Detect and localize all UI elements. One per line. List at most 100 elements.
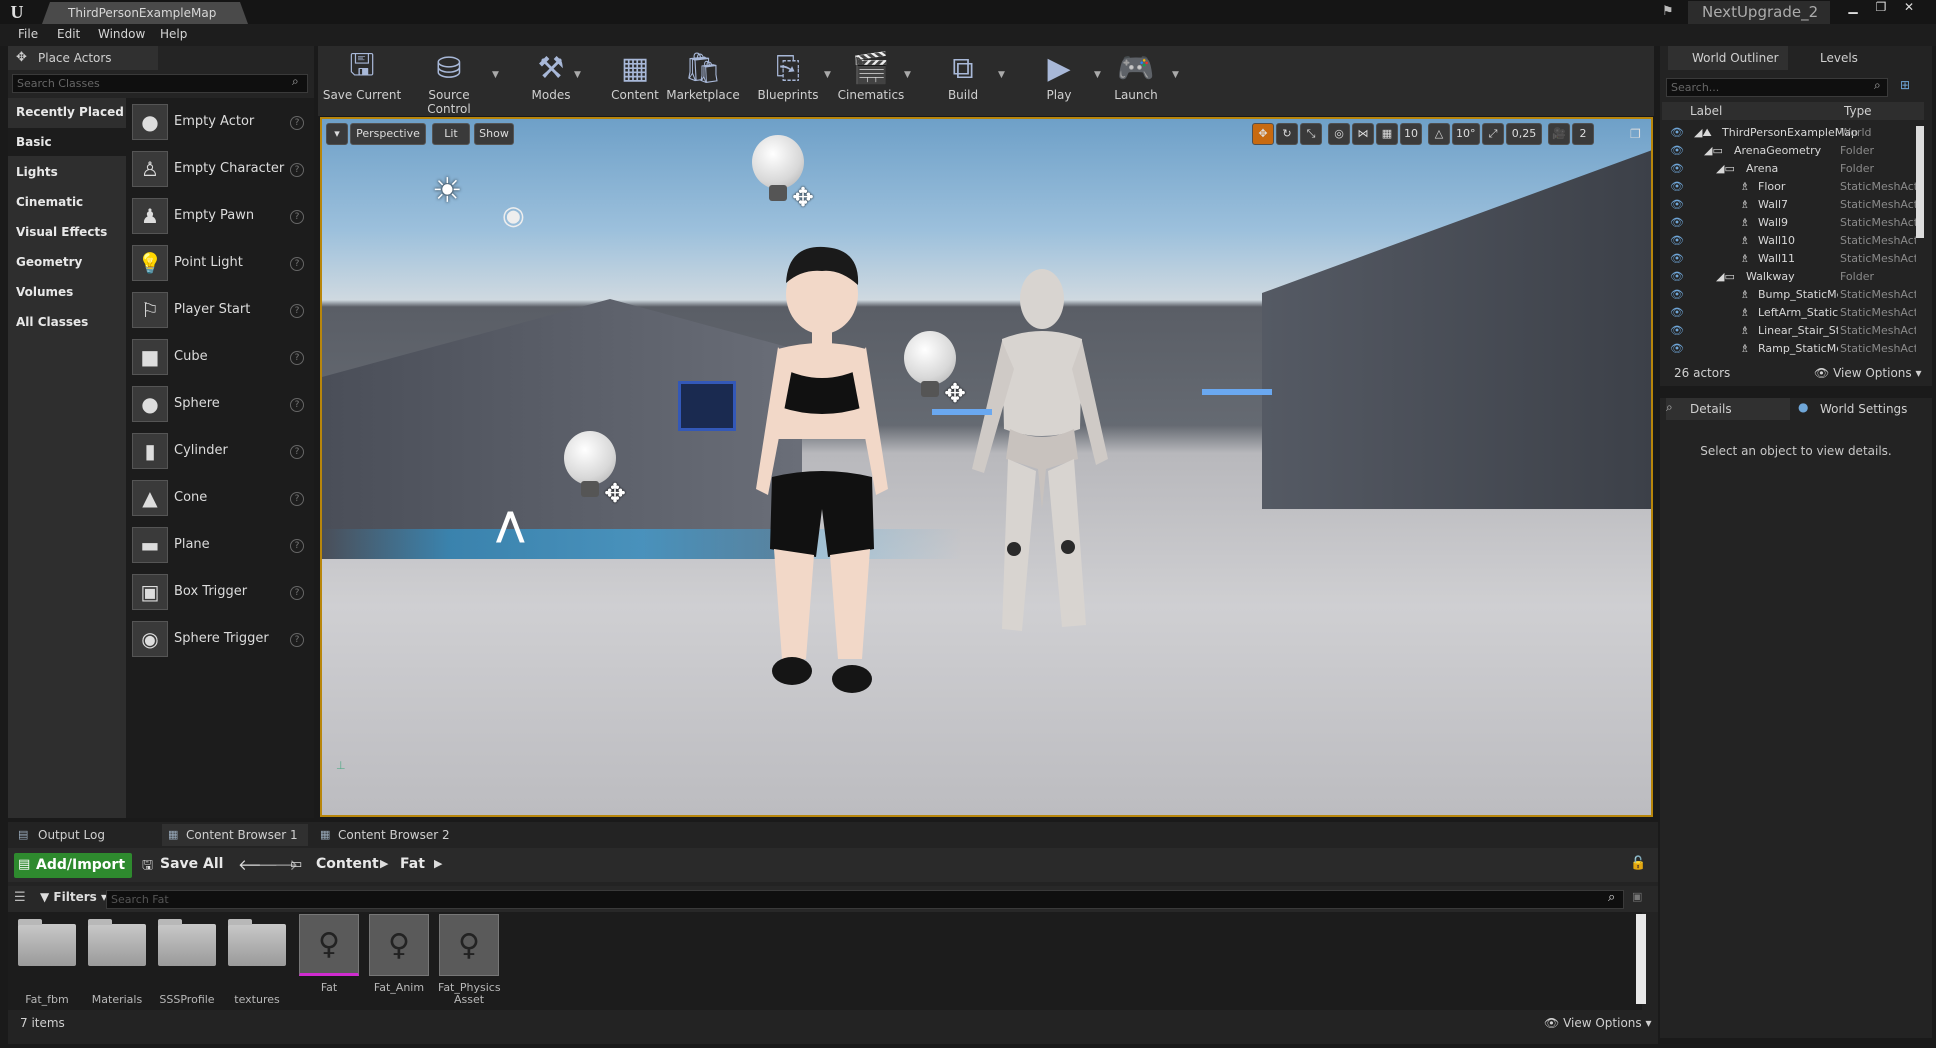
actor-point-light[interactable]: 💡 Point Light? xyxy=(132,245,308,291)
play-button[interactable]: ▶ Play xyxy=(1034,48,1084,112)
outliner-row[interactable]: 👁 ♗ Wall7 StaticMeshActor xyxy=(1662,196,1916,214)
outliner-row[interactable]: 👁 ◢▭ Arena Folder xyxy=(1662,160,1916,178)
visibility-eye-icon[interactable]: 👁 xyxy=(1670,214,1684,232)
outliner-row[interactable]: 👁 ♗ Linear_Stair_StaticMeshStaticMeshActor xyxy=(1662,322,1916,340)
level-viewport[interactable]: ▾ Perspective Lit Show ✥ ↻ ⤡ ◎ ⋈ ▦ 10 △ … xyxy=(320,117,1653,817)
help-icon[interactable]: ? xyxy=(290,210,304,224)
close-icon[interactable]: ✕ xyxy=(1896,0,1922,16)
grid-snap-icon[interactable]: ▦ xyxy=(1376,123,1398,145)
lit-button[interactable]: Lit xyxy=(432,123,470,145)
help-icon[interactable]: ? xyxy=(290,351,304,365)
category-geometry[interactable]: Geometry xyxy=(8,248,126,276)
visibility-eye-icon[interactable]: 👁 xyxy=(1670,232,1684,250)
category-recently-placed[interactable]: Recently Placed xyxy=(8,98,126,126)
save-search-icon[interactable]: ▣ xyxy=(1632,890,1642,903)
scale-snap-icon[interactable]: ⤢ xyxy=(1482,123,1504,145)
blueprints-button[interactable]: ⎘ Blueprints xyxy=(756,48,820,112)
visibility-eye-icon[interactable]: 👁 xyxy=(1670,196,1684,214)
content-view-options[interactable]: 👁 View Options ▾ xyxy=(1544,1016,1652,1030)
visibility-eye-icon[interactable]: 👁 xyxy=(1670,178,1684,196)
label-column-header[interactable]: Label xyxy=(1690,104,1722,118)
visibility-eye-icon[interactable]: 👁 xyxy=(1670,322,1684,340)
sky-sphere-icon[interactable]: ◉ xyxy=(502,201,525,231)
visibility-eye-icon[interactable]: 👁 xyxy=(1670,250,1684,268)
female-character[interactable] xyxy=(742,239,902,699)
actor-empty-pawn[interactable]: ♟ Empty Pawn? xyxy=(132,198,308,244)
actor-player-start[interactable]: ⚐ Player Start? xyxy=(132,292,308,338)
viewport-options-dropdown[interactable]: ▾ xyxy=(326,123,348,145)
type-column-header[interactable]: Type xyxy=(1844,104,1872,118)
scene-monitor[interactable] xyxy=(678,381,736,431)
outliner-row[interactable]: 👁 ◢⛰ ThirdPersonExampleMap World xyxy=(1662,124,1916,142)
modes-dropdown-icon[interactable]: ▼ xyxy=(574,70,581,80)
scale-snap-value[interactable]: 0,25 xyxy=(1506,123,1542,145)
mannequin-character[interactable] xyxy=(962,259,1112,659)
breadcrumb-content[interactable]: Content xyxy=(316,856,379,872)
outliner-row[interactable]: 👁 ♗ Ramp_StaticMeshStaticMeshActor xyxy=(1662,340,1916,358)
help-icon[interactable]: ? xyxy=(290,633,304,647)
world-settings-tab[interactable]: World Settings xyxy=(1796,398,1926,420)
outliner-row[interactable]: 👁 ♗ LeftArm_StaticMeshStaticMeshActor xyxy=(1662,304,1916,322)
outliner-row[interactable]: 👁 ♗ Wall9 StaticMeshActor xyxy=(1662,214,1916,232)
menu-file[interactable]: File xyxy=(18,27,38,43)
help-icon[interactable]: ? xyxy=(290,586,304,600)
asset-folder[interactable]: Fat_fbm xyxy=(16,914,78,1010)
save-all-button[interactable]: Save All xyxy=(160,856,223,872)
sources-toggle-icon[interactable]: ☰ xyxy=(14,890,26,905)
category-volumes[interactable]: Volumes xyxy=(8,278,126,306)
asset-scrollbar[interactable] xyxy=(1636,914,1646,1004)
rotate-tool-icon[interactable]: ↻ xyxy=(1276,123,1298,145)
outliner-search-input[interactable]: Search... xyxy=(1666,78,1888,97)
menu-window[interactable]: Window xyxy=(98,27,145,43)
outliner-row[interactable]: 👁 ◢▭ ArenaGeometry Folder xyxy=(1662,142,1916,160)
rotation-snap-value[interactable]: 10° xyxy=(1452,123,1480,145)
output-log-tab[interactable]: Output Log xyxy=(14,824,156,846)
levels-tab[interactable]: Levels xyxy=(1796,46,1878,70)
details-tab[interactable]: Details xyxy=(1666,398,1790,420)
world-local-icon[interactable]: ◎ xyxy=(1328,123,1350,145)
modes-button[interactable]: ⚒ Modes xyxy=(526,48,576,112)
player-start-icon[interactable]: ⋀ xyxy=(496,505,525,545)
category-cinematic[interactable]: Cinematic xyxy=(8,188,126,216)
actor-empty-character[interactable]: ♙ Empty Character? xyxy=(132,151,308,197)
outliner-scrollbar[interactable] xyxy=(1916,126,1924,238)
map-tab[interactable]: ThirdPersonExampleMap xyxy=(42,2,248,24)
asset-folder[interactable]: Materials xyxy=(86,914,148,1010)
show-button[interactable]: Show xyxy=(474,123,514,145)
actor-box-trigger[interactable]: ▣ Box Trigger? xyxy=(132,574,308,620)
category-basic[interactable]: Basic xyxy=(8,128,126,156)
visibility-eye-icon[interactable]: 👁 xyxy=(1670,142,1684,160)
asset-animation[interactable]: ♀ Fat_Anim xyxy=(368,914,430,1010)
rotation-snap-icon[interactable]: △ xyxy=(1428,123,1450,145)
world-outliner-tab[interactable]: World Outliner xyxy=(1668,46,1788,70)
outliner-row[interactable]: 👁 ♗ Wall11 StaticMeshActor xyxy=(1662,250,1916,268)
actor-cube[interactable]: ■ Cube? xyxy=(132,339,308,385)
actor-plane[interactable]: ▬ Plane? xyxy=(132,527,308,573)
lock-icon[interactable]: 🔓 xyxy=(1630,856,1646,871)
actor-empty-actor[interactable]: ● Empty Actor? xyxy=(132,104,308,150)
actor-cylinder[interactable]: ▮ Cylinder? xyxy=(132,433,308,479)
source-control-dropdown-icon[interactable]: ▼ xyxy=(492,70,499,80)
launch-dropdown-icon[interactable]: ▼ xyxy=(1172,70,1179,80)
surface-snap-icon[interactable]: ⋈ xyxy=(1352,123,1374,145)
breadcrumb-fat[interactable]: Fat xyxy=(400,856,425,872)
build-dropdown-icon[interactable]: ▼ xyxy=(998,70,1005,80)
visibility-eye-icon[interactable]: 👁 xyxy=(1670,124,1684,142)
content-browser-1-tab[interactable]: Content Browser 1 xyxy=(162,824,308,846)
asset-skeletal-mesh[interactable]: ♀ Fat xyxy=(298,914,360,1010)
scale-tool-icon[interactable]: ⤡ xyxy=(1300,123,1322,145)
asset-physics[interactable]: ♀ Fat_Physics Asset xyxy=(438,914,501,1010)
actor-cone[interactable]: ▲ Cone? xyxy=(132,480,308,526)
cinematics-button[interactable]: 🎬 Cinematics xyxy=(836,48,906,112)
marketplace-button[interactable]: 🛍 Marketplace xyxy=(666,48,740,112)
grid-snap-value[interactable]: 10 xyxy=(1400,123,1422,145)
help-icon[interactable]: ? xyxy=(290,257,304,271)
asset-folder[interactable]: textures xyxy=(226,914,288,1010)
category-visual-effects[interactable]: Visual Effects xyxy=(8,218,126,246)
filters-button[interactable]: ▼ Filters ▾ xyxy=(40,890,107,904)
play-dropdown-icon[interactable]: ▼ xyxy=(1094,70,1101,80)
category-lights[interactable]: Lights xyxy=(8,158,126,186)
help-icon[interactable]: ? xyxy=(290,116,304,130)
visibility-eye-icon[interactable]: 👁 xyxy=(1670,340,1684,358)
source-control-button[interactable]: ⛁ Source Control xyxy=(406,48,492,117)
